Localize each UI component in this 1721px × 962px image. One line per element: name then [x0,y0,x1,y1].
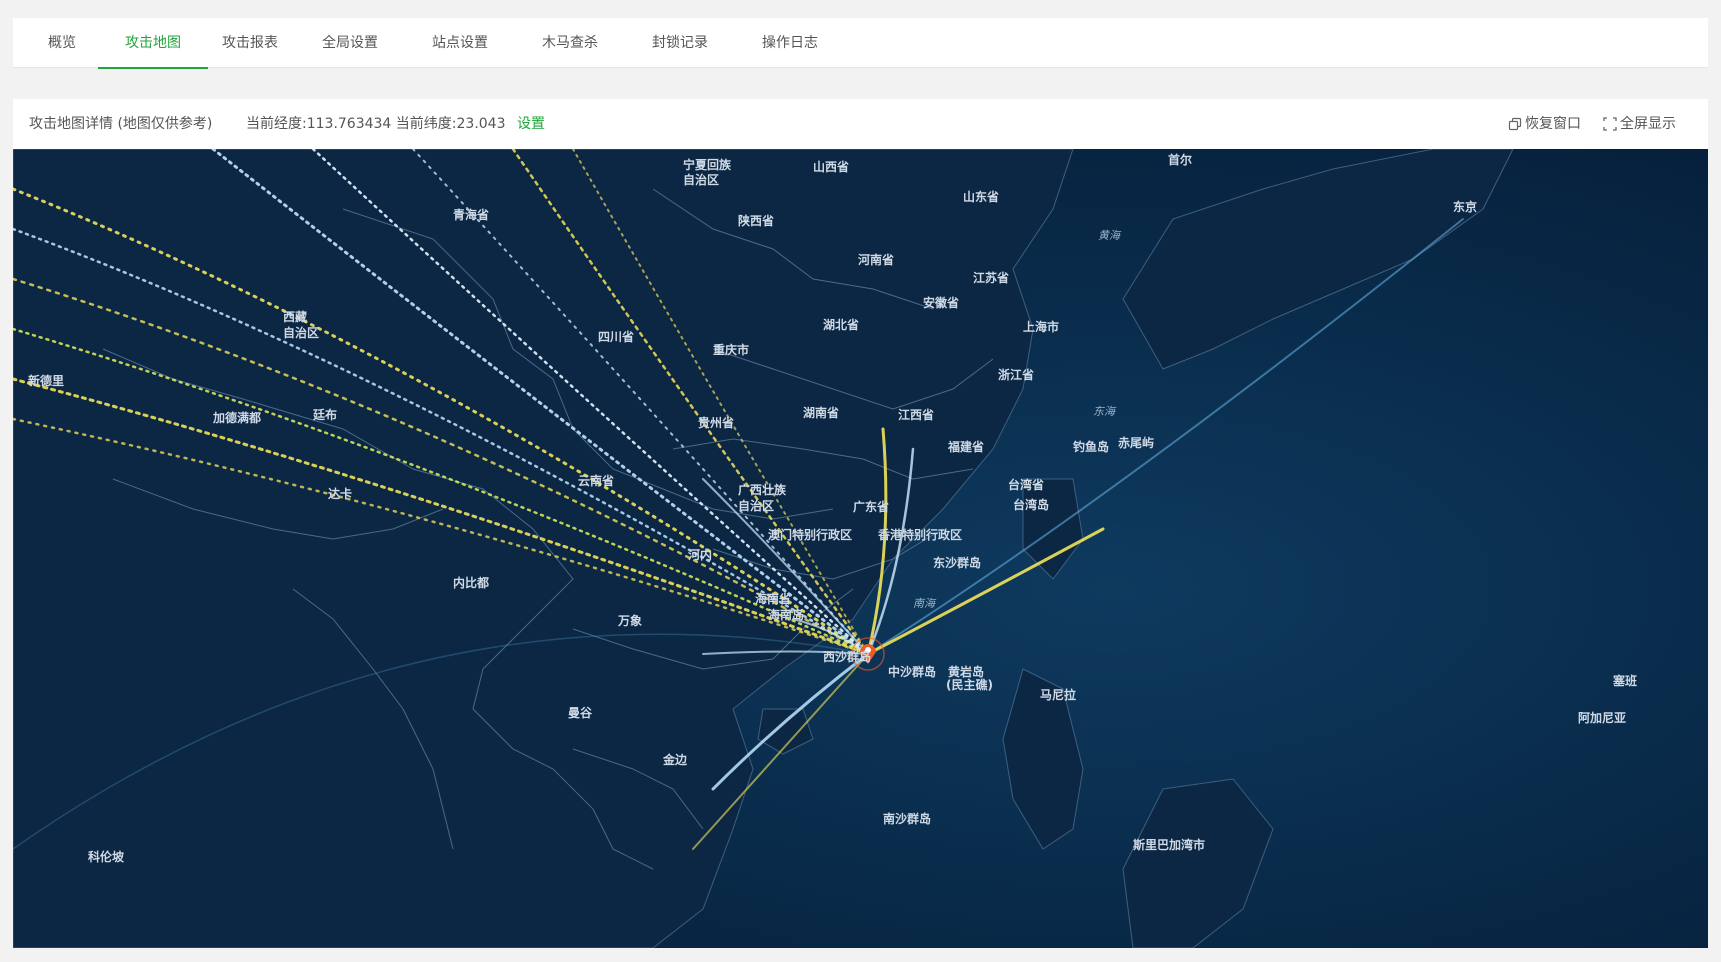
place-label: 东京 [1453,199,1477,214]
place-label: 安徽省 [923,295,959,310]
place-label: 首尔 [1168,152,1192,167]
place-label: 广西壮族 [738,482,787,497]
place-label: 万象 [617,613,642,628]
place-label: 湖南省 [803,405,839,420]
fullscreen-icon [1603,117,1617,131]
place-label: 中沙群岛 [888,664,936,679]
tab-site-settings[interactable]: 站点设置 [423,18,497,68]
fullscreen-button[interactable]: 全屏显示 [1603,99,1676,149]
place-label: 自治区 [683,172,719,187]
place-label: 云南省 [578,473,614,488]
place-label: (民主礁) [946,677,993,692]
place-label: 南沙群岛 [883,811,931,826]
place-label: 黄岩岛 [948,664,984,679]
place-label: 宁夏回族 [683,157,732,172]
tab-global-settings[interactable]: 全局设置 [313,18,387,68]
place-label: 曼谷 [568,705,593,720]
place-label: 浙江省 [998,367,1034,382]
place-label: 四川省 [598,329,634,344]
place-label: 赤尾屿 [1118,435,1154,450]
restore-window-label: 恢复窗口 [1525,116,1581,132]
place-label: 马尼拉 [1040,687,1076,702]
place-label: 广东省 [853,499,889,514]
tab-attack-report[interactable]: 攻击报表 [213,18,287,68]
place-label: 黄海 [1098,229,1122,242]
place-label: 台湾岛 [1013,497,1049,512]
tab-operation-log[interactable]: 操作日志 [753,18,827,68]
place-label: 海南省 [755,591,791,606]
place-label: 上海市 [1023,319,1059,334]
tab-trojan-scan[interactable]: 木马查杀 [533,18,607,68]
place-label: 东沙群岛 [933,555,981,570]
place-label: 陕西省 [738,213,774,228]
place-label: 科伦坡 [88,849,125,864]
tab-attack-map[interactable]: 攻击地图 [98,18,208,69]
place-label: 湖北省 [823,317,859,332]
place-label: 塞班 [1613,673,1637,688]
tab-block-records[interactable]: 封锁记录 [643,18,717,68]
place-label: 廷布 [312,407,337,422]
place-label: 山西省 [813,159,849,174]
place-label: 自治区 [738,498,774,513]
current-coords: 当前经度:113.763434 当前纬度:23.043 [246,116,506,132]
place-label: 福建省 [947,439,984,454]
place-label: 西沙群岛 [823,649,871,664]
attack-map[interactable]: 宁夏回族 自治区 山西省 首尔 山东省 东京 青海省 陕西省 黄海 河南省 江苏省 安徽省 西藏 自治区四… [13,149,1708,948]
place-label: 新德里 [28,373,64,388]
place-label: 贵州省 [698,415,734,430]
place-label: 西藏 [283,309,307,324]
place-label: 加德满都 [212,410,261,425]
panel-title: 攻击地图详情 (地图仅供参考) [29,116,213,132]
restore-window-button[interactable]: 恢复窗口 [1508,99,1581,149]
place-label: 青海省 [453,207,489,222]
place-label: 澳门特别行政区 [768,527,852,542]
tab-bar: 概览 攻击地图 攻击报表 全局设置 站点设置 木马查杀 封锁记录 操作日志 [13,18,1708,69]
fullscreen-label: 全屏显示 [1620,116,1676,132]
place-label: 南海 [913,597,937,610]
place-label: 斯里巴加湾市 [1133,837,1205,852]
restore-window-icon [1508,117,1522,131]
place-label: 河南省 [857,252,894,267]
place-label: 内比都 [453,575,489,590]
attack-map-panel: 攻击地图详情 (地图仅供参考) 当前经度:113.763434 当前纬度:23.… [13,99,1708,948]
place-label: 海南岛 [768,607,804,622]
place-label: 河内 [687,547,712,562]
place-label: 香港特别行政区 [877,527,962,542]
panel-header: 攻击地图详情 (地图仅供参考) 当前经度:113.763434 当前纬度:23.… [13,99,1708,149]
place-label: 钓鱼岛 [1073,439,1109,454]
place-label: 阿加尼亚 [1578,710,1626,725]
place-label: 山东省 [963,189,999,204]
place-label: 金边 [662,752,688,767]
place-label: 达卡 [328,486,352,501]
place-label: 江苏省 [973,270,1009,285]
place-label: 东海 [1093,405,1117,418]
place-label: 自治区 [283,325,319,340]
place-label: 台湾省 [1008,477,1044,492]
coords-settings-link[interactable]: 设置 [517,99,545,149]
place-label: 重庆市 [713,342,749,357]
place-label: 江西省 [898,407,934,422]
tab-overview[interactable]: 概览 [33,18,91,68]
